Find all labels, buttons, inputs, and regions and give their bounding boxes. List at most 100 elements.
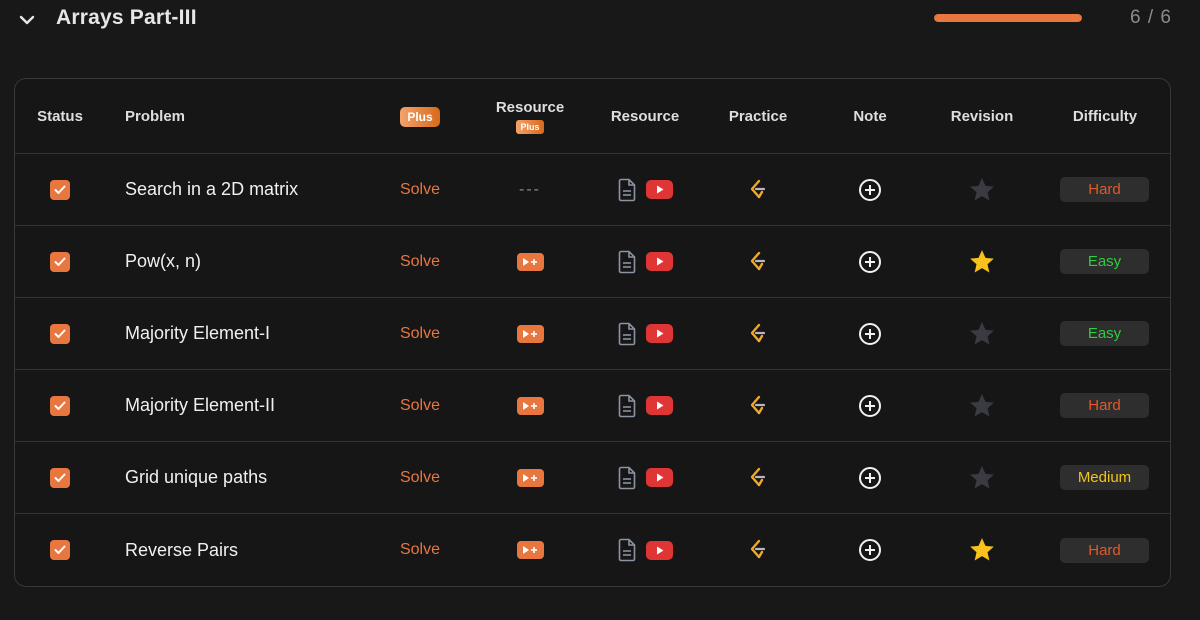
document-icon[interactable] [618, 178, 636, 202]
add-note-icon[interactable] [858, 394, 882, 418]
resource-cell [595, 442, 695, 513]
status-cell [15, 514, 105, 586]
progress-bar-fill [934, 14, 1082, 22]
resource-plus-cell [480, 370, 580, 441]
solve-cell: Solve [370, 370, 470, 441]
practice-cell [708, 514, 808, 586]
checkbox-checked-icon[interactable] [50, 179, 70, 200]
difficulty-cell: Hard [1060, 370, 1149, 441]
solve-link[interactable]: Solve [400, 397, 440, 415]
problem-name[interactable]: Majority Element-I [125, 323, 270, 344]
section-title[interactable]: Arrays Part-III [56, 6, 197, 30]
document-icon[interactable] [618, 538, 636, 562]
revision-cell [932, 154, 1032, 225]
chevron-down-icon[interactable] [17, 10, 37, 30]
resource-cell [595, 226, 695, 297]
video-plus-icon[interactable] [516, 468, 544, 487]
document-icon[interactable] [618, 250, 636, 274]
table-row: Pow(x, n) Solve Easy [15, 226, 1170, 298]
youtube-icon[interactable] [645, 540, 673, 560]
solve-link[interactable]: Solve [400, 253, 440, 271]
video-plus-icon[interactable] [516, 252, 544, 271]
add-note-icon[interactable] [858, 250, 882, 274]
resource-cell [595, 298, 695, 369]
checkbox-checked-icon[interactable] [50, 323, 70, 344]
header-resource-plus: Resource Plus [480, 79, 580, 154]
note-cell [820, 370, 920, 441]
leetcode-icon[interactable] [748, 395, 768, 417]
difficulty-cell: Hard [1060, 514, 1149, 586]
difficulty-badge: Easy [1060, 249, 1149, 274]
status-cell [15, 442, 105, 513]
practice-cell [708, 226, 808, 297]
youtube-icon[interactable] [645, 180, 673, 199]
document-icon[interactable] [618, 466, 636, 490]
problem-name[interactable]: Grid unique paths [125, 467, 267, 488]
leetcode-icon[interactable] [748, 251, 768, 273]
revision-cell [932, 514, 1032, 586]
problem-name[interactable]: Pow(x, n) [125, 251, 201, 272]
status-cell [15, 298, 105, 369]
table-row: Grid unique paths Solve Medium [15, 442, 1170, 514]
add-note-icon[interactable] [858, 538, 882, 562]
problem-cell: Majority Element-II [125, 370, 385, 441]
resource-cell [595, 514, 695, 586]
status-cell [15, 370, 105, 441]
progress-bar [934, 14, 1082, 22]
header-resource-plus-label: Resource [495, 99, 565, 116]
problem-cell: Majority Element-I [125, 298, 385, 369]
add-note-icon[interactable] [858, 466, 882, 490]
header-note: Note [853, 108, 887, 125]
resource-cell [595, 370, 695, 441]
add-note-icon[interactable] [858, 322, 882, 346]
solve-link[interactable]: Solve [400, 541, 440, 559]
solve-link[interactable]: Solve [400, 325, 440, 343]
leetcode-icon[interactable] [748, 323, 768, 345]
status-cell [15, 154, 105, 225]
document-icon[interactable] [618, 394, 636, 418]
progress-count: 6 / 6 [1130, 7, 1172, 28]
problem-name[interactable]: Search in a 2D matrix [125, 179, 298, 200]
youtube-icon[interactable] [645, 396, 673, 415]
header-plus: Plus [370, 79, 470, 154]
header-practice: Practice [728, 108, 788, 125]
youtube-icon[interactable] [645, 252, 673, 271]
header-difficulty: Difficulty [1072, 108, 1138, 125]
note-cell [820, 154, 920, 225]
problem-name[interactable]: Reverse Pairs [125, 540, 238, 561]
leetcode-icon[interactable] [748, 179, 768, 201]
problem-name[interactable]: Majority Element-II [125, 395, 275, 416]
video-plus-icon[interactable] [516, 396, 544, 415]
star-icon[interactable] [967, 391, 997, 421]
video-plus-icon[interactable] [516, 541, 544, 559]
star-icon[interactable] [967, 319, 997, 349]
star-icon[interactable] [967, 247, 997, 277]
checkbox-checked-icon[interactable] [50, 251, 70, 272]
leetcode-icon[interactable] [748, 539, 768, 561]
problem-cell: Pow(x, n) [125, 226, 385, 297]
youtube-icon[interactable] [645, 324, 673, 343]
add-note-icon[interactable] [858, 178, 882, 202]
practice-cell [708, 298, 808, 369]
document-icon[interactable] [618, 322, 636, 346]
star-icon[interactable] [967, 535, 997, 565]
solve-link[interactable]: Solve [400, 181, 440, 199]
difficulty-badge: Easy [1060, 321, 1149, 346]
table-row: Search in a 2D matrix Solve --- Hard [15, 154, 1170, 226]
difficulty-cell: Medium [1060, 442, 1149, 513]
difficulty-badge: Medium [1060, 465, 1149, 490]
resource-cell [595, 154, 695, 225]
solve-link[interactable]: Solve [400, 469, 440, 487]
revision-cell [932, 226, 1032, 297]
header-revision: Revision [950, 108, 1014, 125]
resource-plus-cell [480, 298, 580, 369]
leetcode-icon[interactable] [748, 467, 768, 489]
star-icon[interactable] [967, 175, 997, 205]
star-icon[interactable] [967, 463, 997, 493]
checkbox-checked-icon[interactable] [50, 540, 70, 560]
video-plus-icon[interactable] [516, 324, 544, 343]
checkbox-checked-icon[interactable] [50, 467, 70, 488]
checkbox-checked-icon[interactable] [50, 395, 70, 416]
youtube-icon[interactable] [645, 468, 673, 487]
note-cell [820, 442, 920, 513]
